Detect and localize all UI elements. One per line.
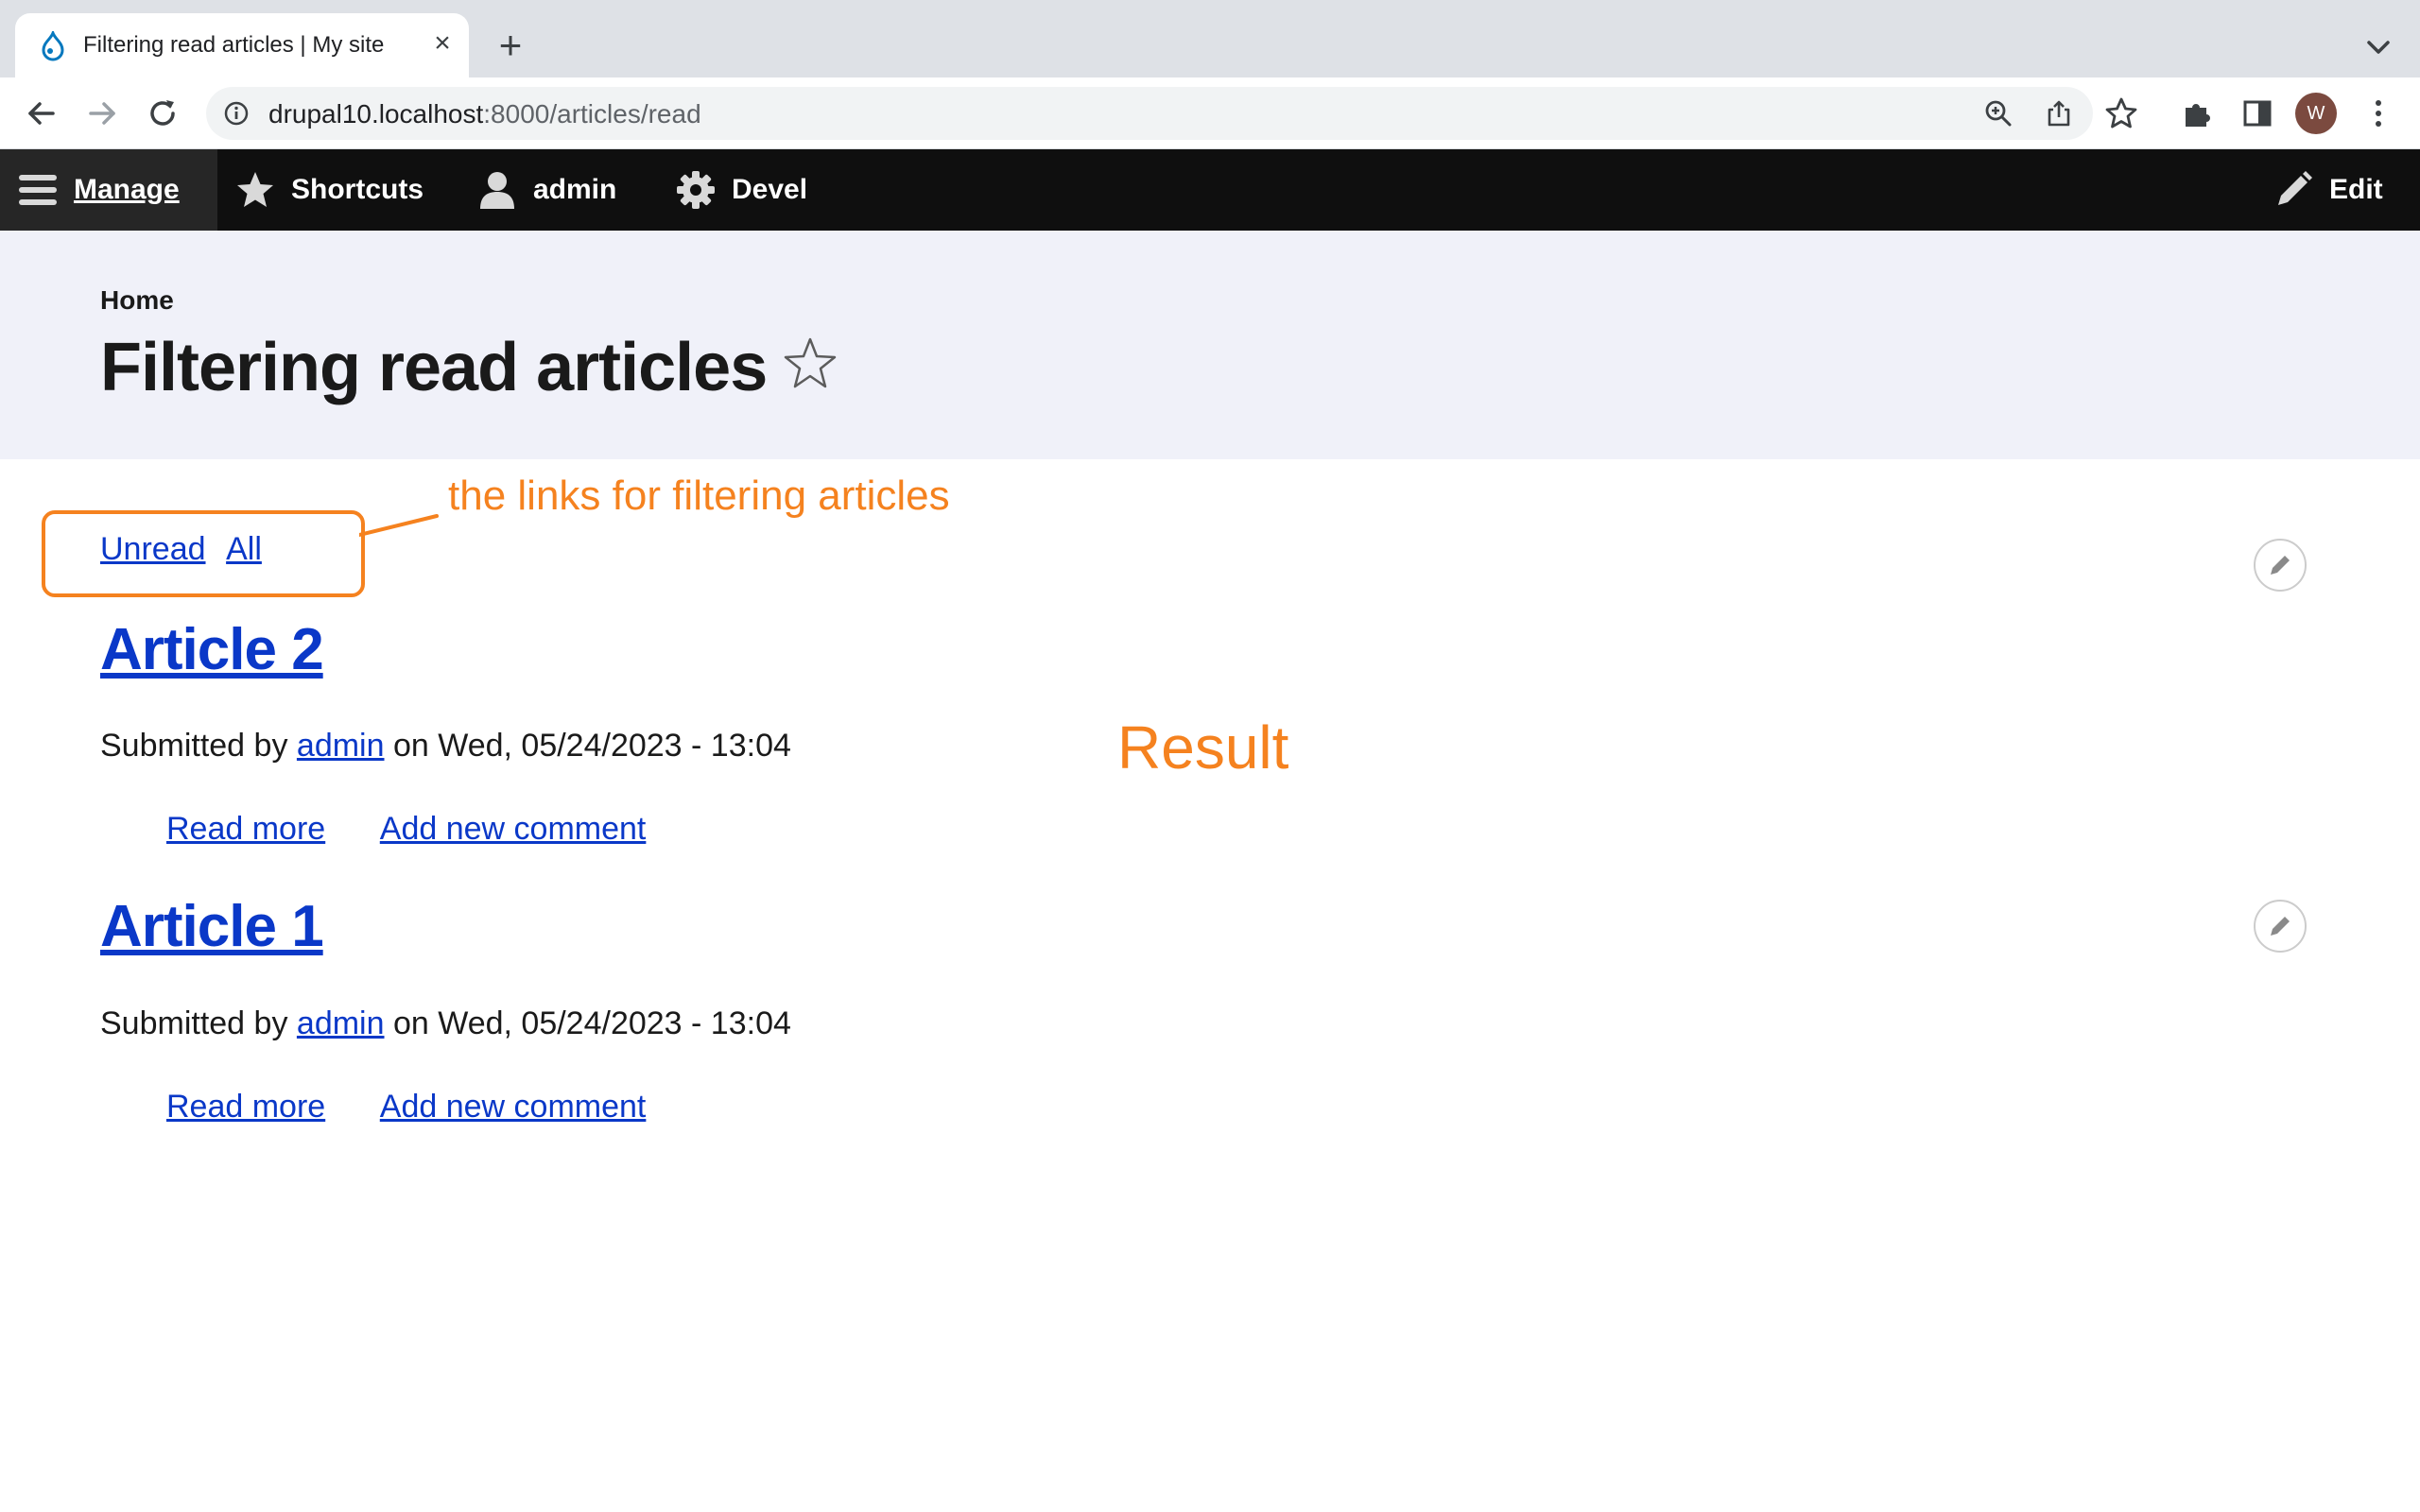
- page-title: Filtering read articles: [100, 330, 768, 405]
- toolbar-manage-label: Manage: [74, 174, 180, 205]
- tab-search-chevron-down-icon[interactable]: [2360, 28, 2397, 66]
- read-more-link[interactable]: Read more: [166, 1089, 325, 1125]
- breadcrumb-home[interactable]: Home: [100, 285, 174, 316]
- author-link[interactable]: admin: [297, 728, 385, 764]
- toolbar-manage[interactable]: Manage: [0, 149, 217, 231]
- toolbar-user-label: admin: [533, 174, 617, 205]
- extensions-puzzle-icon[interactable]: [2178, 94, 2216, 132]
- browser-toolbar: drupal10.localhost:8000/articles/read W: [0, 77, 2420, 149]
- toolbar-edit[interactable]: Edit: [2273, 149, 2383, 231]
- hamburger-menu-icon: [19, 175, 57, 205]
- side-panel-icon[interactable]: [2238, 94, 2276, 132]
- drupal-admin-toolbar: Manage Shortcuts admin Devel Edit: [0, 149, 2420, 231]
- shortcut-star-icon[interactable]: [781, 335, 839, 393]
- bookmark-star-icon[interactable]: [2102, 94, 2140, 132]
- zoom-icon[interactable]: [1983, 98, 2014, 129]
- toolbar-user[interactable]: admin: [476, 149, 616, 231]
- author-link[interactable]: admin: [297, 1005, 385, 1041]
- browser-menu-kebab-icon[interactable]: [2360, 94, 2397, 132]
- read-more-link[interactable]: Read more: [166, 811, 325, 847]
- article-links: Read more Add new comment: [166, 811, 693, 848]
- toolbar-devel[interactable]: Devel: [675, 149, 807, 231]
- share-icon[interactable]: [2044, 98, 2074, 129]
- reload-icon[interactable]: [142, 93, 183, 134]
- contextual-edit-button[interactable]: [2254, 900, 2307, 953]
- address-bar[interactable]: drupal10.localhost:8000/articles/read: [206, 87, 2093, 140]
- url-path: :8000/articles/read: [483, 99, 701, 129]
- submitted-prefix: Submitted by: [100, 728, 288, 764]
- tab-close-icon[interactable]: ×: [424, 25, 461, 62]
- article-title-link[interactable]: Article 1: [100, 893, 324, 960]
- pencil-icon: [2278, 171, 2312, 205]
- browser-tabstrip: Filtering read articles | My site × +: [0, 0, 2420, 77]
- submitted-date: on Wed, 05/24/2023 - 13:04: [392, 728, 791, 764]
- address-url[interactable]: drupal10.localhost:8000/articles/read: [268, 99, 701, 129]
- browser-tab[interactable]: Filtering read articles | My site ×: [15, 13, 469, 77]
- submitted-date: on Wed, 05/24/2023 - 13:04: [392, 1005, 791, 1041]
- profile-avatar[interactable]: W: [2295, 93, 2337, 134]
- toolbar-shortcuts[interactable]: Shortcuts: [234, 149, 424, 231]
- annotation-result-text: Result: [1117, 713, 1289, 782]
- pencil-icon: [2271, 556, 2290, 575]
- toolbar-devel-label: Devel: [732, 174, 808, 205]
- user-icon: [480, 172, 514, 209]
- submitted-prefix: Submitted by: [100, 1005, 288, 1041]
- article-title-link[interactable]: Article 2: [100, 616, 324, 683]
- article-submitted: Submitted by admin on Wed, 05/24/2023 - …: [100, 728, 791, 765]
- article-submitted: Submitted by admin on Wed, 05/24/2023 - …: [100, 1005, 791, 1042]
- annotation-callout-text: the links for filtering articles: [448, 472, 950, 519]
- toolbar-shortcuts-label: Shortcuts: [291, 174, 424, 205]
- article-links: Read more Add new comment: [166, 1089, 693, 1125]
- url-host: drupal10.localhost: [268, 99, 484, 129]
- tab-title: Filtering read articles | My site: [83, 32, 385, 58]
- add-comment-link[interactable]: Add new comment: [380, 811, 647, 847]
- page-header: Home Filtering read articles: [0, 231, 2420, 459]
- toolbar-edit-label: Edit: [2329, 174, 2383, 205]
- back-arrow-icon[interactable]: [21, 93, 62, 134]
- add-comment-link[interactable]: Add new comment: [380, 1089, 647, 1125]
- annotation-highlight-box: [42, 510, 365, 597]
- drupal-favicon-icon: [42, 31, 64, 61]
- site-info-icon[interactable]: [223, 100, 250, 127]
- pencil-icon: [2271, 917, 2290, 936]
- gear-icon: [677, 171, 715, 209]
- contextual-edit-button[interactable]: [2254, 539, 2307, 592]
- star-icon: [237, 172, 273, 207]
- new-tab-plus-icon[interactable]: +: [490, 26, 531, 68]
- forward-arrow-icon[interactable]: [81, 93, 123, 134]
